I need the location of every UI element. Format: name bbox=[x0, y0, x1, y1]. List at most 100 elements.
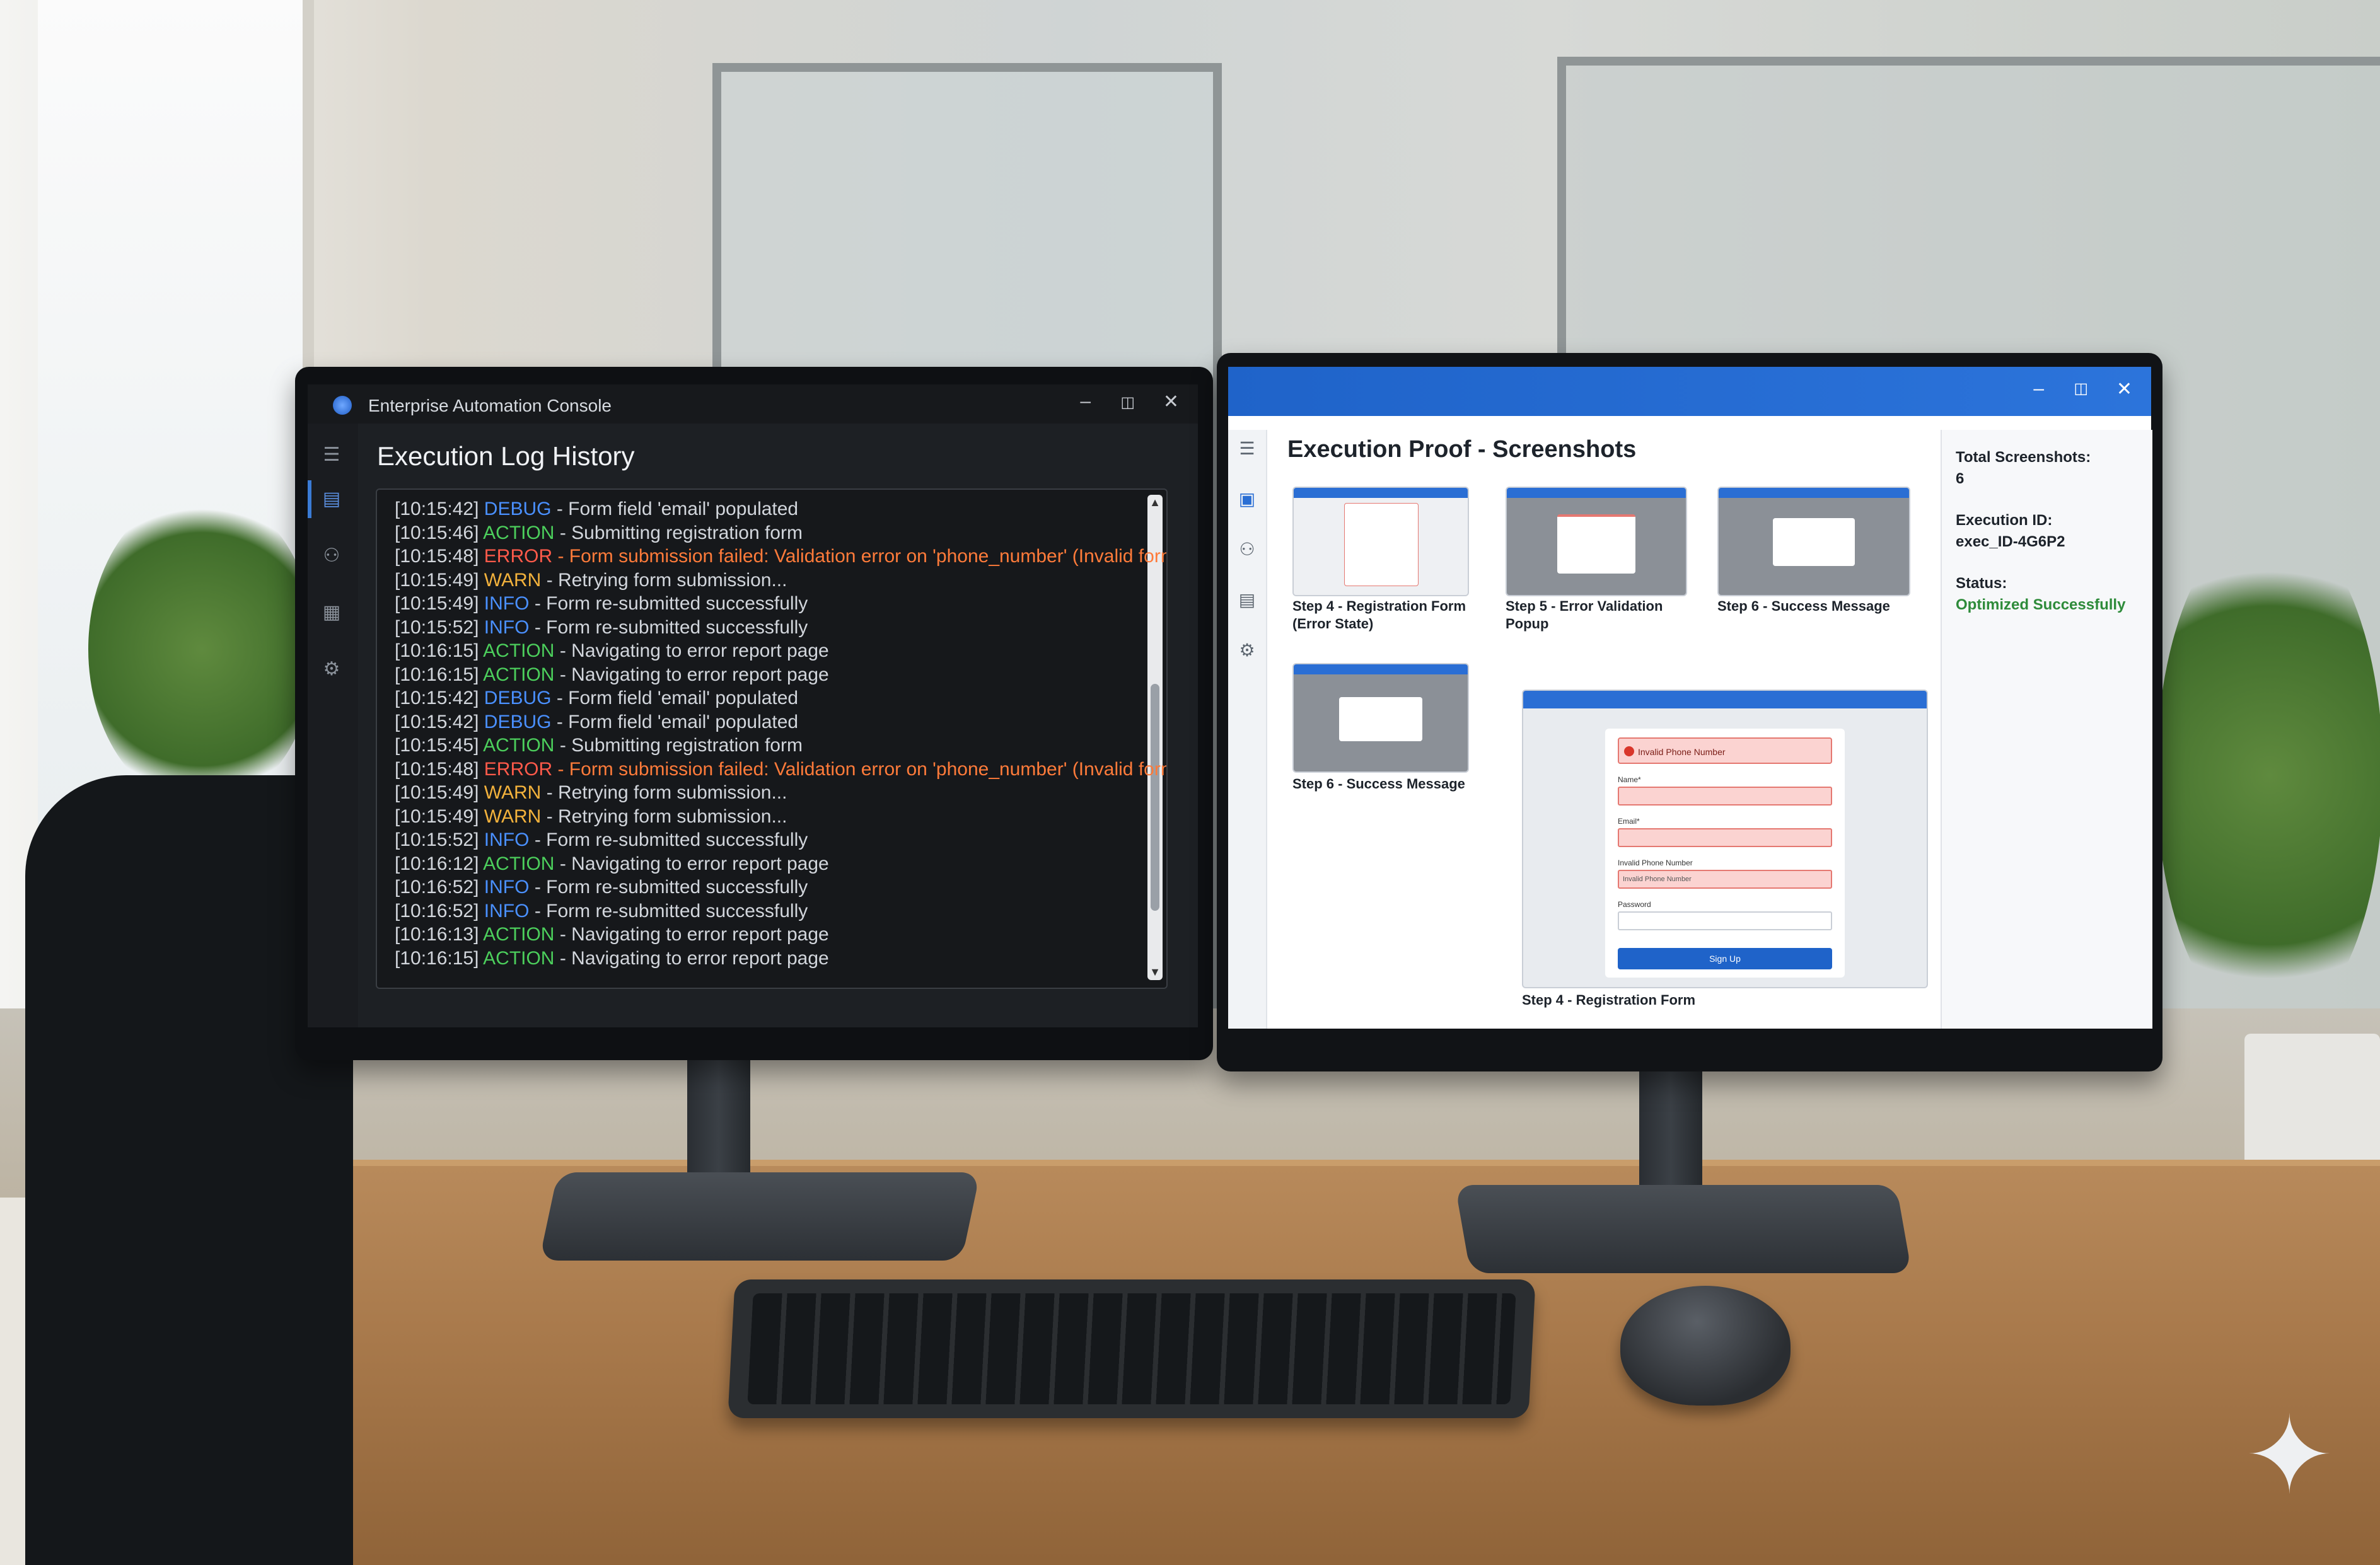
close-icon[interactable]: ✕ bbox=[1163, 391, 1179, 413]
sign-up-button: Sign Up bbox=[1618, 948, 1832, 969]
log-timestamp: [10:16:12] bbox=[395, 853, 479, 874]
close-icon[interactable]: ✕ bbox=[2116, 378, 2132, 400]
registration-form-preview: Invalid Phone Number Name* Email* Invali… bbox=[1605, 729, 1845, 978]
log-message: - Submitting registration form bbox=[559, 735, 803, 756]
minimize-icon[interactable]: – bbox=[1080, 391, 1091, 412]
menu-icon[interactable]: ☰ bbox=[319, 442, 344, 468]
left-monitor: Enterprise Automation Console – ◫ ✕ ☰ ▤ … bbox=[295, 367, 1213, 1060]
log-timestamp: [10:16:15] bbox=[395, 947, 479, 969]
proof-window: – ◫ ✕ ☰ ▣ ⚇ ▤ ⚙ Execution Proof - Screen… bbox=[1228, 367, 2152, 1029]
screenshots-label: Total Screenshots: bbox=[1956, 449, 2091, 466]
phone-field: Invalid Phone Number bbox=[1618, 870, 1832, 889]
log-timestamp: [10:15:48] bbox=[395, 758, 479, 780]
log-level: DEBUG bbox=[484, 499, 552, 519]
nodes-icon[interactable]: ⚇ bbox=[319, 543, 344, 569]
log-sidebar: ☰ ▤ ⚇ ▦ ⚙ bbox=[308, 424, 358, 1027]
gear-icon[interactable]: ⚙ bbox=[1234, 638, 1260, 663]
log-message: - Navigating to error report page bbox=[559, 947, 829, 969]
log-timestamp: [10:15:45] bbox=[395, 735, 479, 756]
screenshot-thumbnail[interactable] bbox=[1717, 487, 1910, 596]
log-message: - Navigating to error report page bbox=[559, 924, 829, 945]
log-level: INFO bbox=[484, 877, 530, 898]
nodes-icon[interactable]: ⚇ bbox=[1234, 537, 1260, 562]
screenshot-thumbnail[interactable] bbox=[1506, 487, 1687, 596]
active-indicator bbox=[308, 480, 311, 518]
menu-icon[interactable]: ☰ bbox=[1234, 436, 1260, 461]
screenshot-preview[interactable]: Invalid Phone Number Name* Email* Invali… bbox=[1522, 690, 1928, 988]
log-timestamp: [10:15:49] bbox=[395, 593, 479, 614]
image-icon[interactable]: ▤ bbox=[1234, 587, 1260, 613]
log-line: [10:16:15] ACTION - Navigating to error … bbox=[395, 664, 829, 686]
log-level: WARN bbox=[484, 569, 542, 591]
preview-caption: Step 4 - Registration Form bbox=[1522, 992, 1696, 1008]
log-line: [10:15:49] WARN - Retrying form submissi… bbox=[395, 806, 787, 828]
grid-icon[interactable]: ▦ bbox=[319, 600, 344, 625]
log-window-titlebar: Enterprise Automation Console – ◫ ✕ bbox=[308, 384, 1198, 424]
log-message: - Form re-submitted successfully bbox=[534, 829, 808, 850]
plant-right bbox=[2156, 517, 2380, 1034]
log-level: ACTION bbox=[483, 947, 555, 969]
log-level: ACTION bbox=[483, 735, 555, 756]
screenshot-thumbnail[interactable] bbox=[1292, 663, 1469, 773]
gear-icon[interactable]: ⚙ bbox=[319, 657, 344, 682]
log-line: [10:16:12] ACTION - Navigating to error … bbox=[395, 853, 829, 875]
log-timestamp: [10:16:15] bbox=[395, 664, 479, 685]
log-message: - Navigating to error report page bbox=[559, 853, 829, 874]
calendar-icon[interactable]: ▤ bbox=[319, 487, 344, 512]
name-field bbox=[1618, 787, 1832, 806]
log-level: ACTION bbox=[483, 924, 555, 945]
scroll-down-icon[interactable]: ▼ bbox=[1147, 966, 1163, 979]
right-monitor-stand bbox=[1639, 1059, 1702, 1198]
log-timestamp: [10:15:42] bbox=[395, 711, 479, 732]
status-value: Optimized Successfully bbox=[1956, 596, 2126, 613]
log-timestamp: [10:15:42] bbox=[395, 499, 479, 519]
log-message: - Submitting registration form bbox=[559, 522, 803, 543]
screenshot-thumbnail[interactable] bbox=[1292, 487, 1469, 596]
log-line: [10:15:46] ACTION - Submitting registrat… bbox=[395, 523, 803, 544]
log-message: - Form submission failed: Validation err… bbox=[557, 758, 1168, 780]
log-line: [10:16:15] ACTION - Navigating to error … bbox=[395, 640, 829, 662]
execution-info-panel: Total Screenshots: 6 Execution ID: exec_… bbox=[1941, 430, 2152, 1029]
log-timestamp: [10:16:52] bbox=[395, 900, 479, 921]
log-level: WARN bbox=[484, 782, 542, 803]
log-message: - Form field 'email' populated bbox=[556, 688, 799, 708]
field-label: Password bbox=[1618, 900, 1651, 909]
field-label: Email* bbox=[1618, 817, 1640, 826]
maximize-icon[interactable]: ◫ bbox=[1120, 393, 1135, 412]
log-list[interactable]: ▲ ▼ [10:15:42] DEBUG - Form field 'email… bbox=[376, 488, 1168, 989]
preview-titlebar bbox=[1523, 691, 1927, 708]
email-field bbox=[1618, 828, 1832, 847]
thumbnail-caption: Step 4 - Registration Form (Error State) bbox=[1292, 598, 1466, 632]
save-icon[interactable]: ▣ bbox=[1234, 487, 1260, 512]
scrollbar-thumb[interactable] bbox=[1151, 684, 1159, 911]
log-level: DEBUG bbox=[484, 711, 552, 732]
minimize-icon[interactable]: – bbox=[2033, 378, 2044, 400]
log-message: - Form field 'email' populated bbox=[556, 711, 799, 732]
log-line: [10:15:48] ERROR - Form submission faile… bbox=[395, 758, 1168, 780]
proof-window-titlebar: – ◫ ✕ bbox=[1228, 367, 2151, 416]
log-timestamp: [10:15:52] bbox=[395, 829, 479, 850]
app-logo-icon bbox=[333, 396, 352, 415]
log-line: [10:15:52] INFO - Form re-submitted succ… bbox=[395, 829, 808, 851]
log-message: - Form re-submitted successfully bbox=[534, 877, 808, 898]
right-monitor: – ◫ ✕ ☰ ▣ ⚇ ▤ ⚙ Execution Proof - Screen… bbox=[1217, 353, 2162, 1071]
scroll-up-icon[interactable]: ▲ bbox=[1147, 496, 1163, 509]
log-message: - Form submission failed: Validation err… bbox=[557, 546, 1168, 567]
log-timestamp: [10:15:49] bbox=[395, 782, 479, 803]
log-level: INFO bbox=[484, 900, 530, 921]
log-level: WARN bbox=[484, 806, 542, 827]
log-line: [10:16:13] ACTION - Navigating to error … bbox=[395, 924, 829, 945]
maximize-icon[interactable]: ◫ bbox=[2074, 379, 2088, 398]
log-line: [10:15:42] DEBUG - Form field 'email' po… bbox=[395, 688, 798, 709]
log-timestamp: [10:15:49] bbox=[395, 569, 479, 591]
thumbnail-caption: Step 6 - Success Message bbox=[1292, 776, 1465, 792]
log-level: DEBUG bbox=[484, 688, 552, 708]
proof-sidebar: ☰ ▣ ⚇ ▤ ⚙ bbox=[1228, 430, 1267, 1029]
log-level: ACTION bbox=[483, 640, 555, 661]
left-monitor-stand bbox=[687, 1040, 750, 1185]
log-level: ERROR bbox=[484, 758, 553, 780]
log-window: Enterprise Automation Console – ◫ ✕ ☰ ▤ … bbox=[308, 384, 1198, 1027]
log-scrollbar[interactable]: ▲ ▼ bbox=[1147, 495, 1163, 980]
mouse bbox=[1620, 1286, 1791, 1406]
password-field bbox=[1618, 911, 1832, 930]
